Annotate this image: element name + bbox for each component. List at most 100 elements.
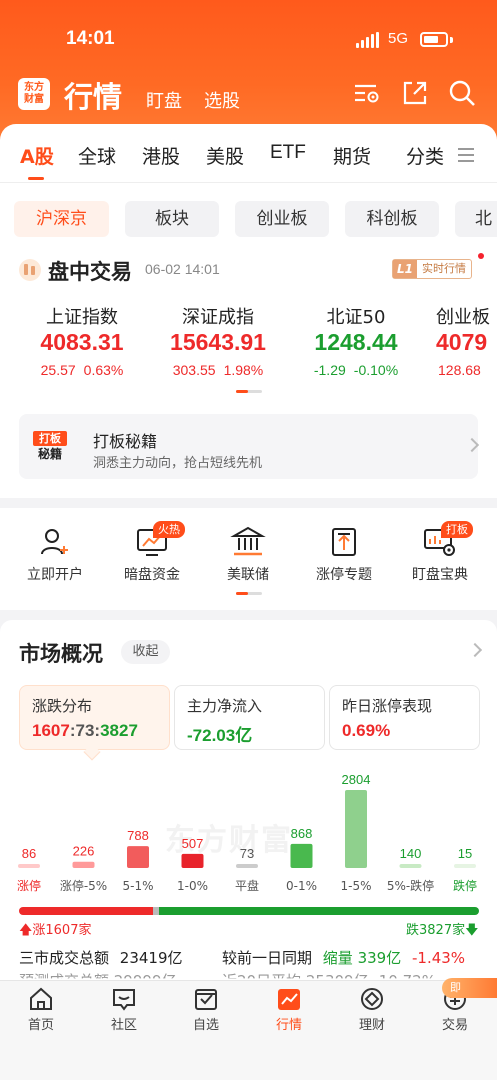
promo-icon: 打板 秘籍 (33, 431, 67, 463)
search-icon[interactable] (447, 78, 477, 108)
index-value: 15643.91 (170, 329, 266, 355)
market-tabs: A股 全球 港股 美股 ETF 期货 分类 (0, 142, 497, 172)
tab-home[interactable]: 首页 (1, 981, 81, 1033)
l1-realtime-badge[interactable]: L1 实时行情 (392, 259, 472, 279)
market-overview-title: 市场概况 (19, 642, 103, 666)
index-name: 深证成指 (182, 307, 254, 328)
quick-limit-up[interactable]: 涨停专题 (296, 508, 392, 584)
index-change-pct: 1.98% (223, 362, 264, 378)
fall-ratio (159, 907, 479, 915)
tab-us[interactable]: 美股 (206, 142, 244, 169)
quick-open-account[interactable]: 立即开户 (7, 508, 103, 584)
index-change-pct: -0.10% (353, 362, 399, 378)
index-sz[interactable]: 深证成指 15643.91 303.55 1.98% (148, 303, 288, 378)
card-label: 涨跌分布 (32, 697, 93, 715)
bar-value-label: 86 (22, 846, 36, 861)
rise-fall-distribution-chart: 86 涨停 226 涨停-5% 788 5-1% 507 1-0% 73 平盘 868 0-1% 280… (17, 772, 477, 893)
divider (0, 182, 497, 183)
quick-watch-guide[interactable]: 盯盘宝典 (392, 508, 488, 584)
tab-etf[interactable]: ETF (270, 142, 306, 164)
network-type: 5G (388, 30, 409, 47)
bar-category-label: 1-5% (340, 879, 371, 893)
quick-fed[interactable]: 美联储 (200, 508, 296, 584)
quick-label: 立即开户 (27, 567, 83, 583)
bar-3 (181, 853, 204, 868)
chip-chinext[interactable]: 创业板 (235, 201, 329, 237)
bar-8 (454, 864, 476, 868)
signal-icon (356, 32, 380, 48)
rise-fall-ratio-bar (19, 907, 479, 915)
index-change-abs: 25.57 (40, 362, 76, 378)
bar-5 (290, 843, 313, 868)
index-value: 1248.44 (314, 329, 398, 355)
share-icon[interactable] (400, 78, 430, 108)
compare-row: 较前一日同期 缩量 339亿 -1.43% (222, 947, 465, 968)
chip-shsz[interactable]: 沪深京 (14, 201, 109, 237)
tab-a-shares[interactable]: A股 (20, 142, 54, 169)
card-value: -72.03亿 (187, 726, 253, 745)
bar-category-label: 5-1% (122, 879, 153, 893)
tab-market[interactable]: 行情 (249, 981, 329, 1033)
app-logo: 东方财富 (18, 78, 50, 110)
fall-total-text: 跌3827家 (406, 923, 466, 938)
rise-ratio (19, 907, 154, 915)
quick-label: 涨停专题 (316, 567, 372, 583)
quick-dark-pool[interactable]: 暗盘资金 (104, 508, 200, 584)
tab-category[interactable]: 分类 (406, 142, 444, 169)
bar-value-label: 868 (291, 826, 313, 841)
bar-value-label: 73 (240, 846, 254, 861)
bar-7 (399, 864, 422, 868)
app-logo-text: 东方财富 (24, 82, 44, 105)
index-bz50[interactable]: 北证50 1248.44 -1.29 -0.10% (286, 303, 426, 378)
chip-sector[interactable]: 板块 (125, 201, 219, 237)
arrow-down-icon: 🡇 (465, 923, 479, 938)
card-limit-up-performance[interactable]: 昨日涨停表现 0.69% (329, 685, 480, 750)
bar-value-label: 15 (458, 846, 472, 861)
header-background (0, 0, 497, 140)
bar-0 (18, 864, 40, 868)
index-change-abs: 128.68 (438, 362, 481, 378)
menu-icon[interactable] (458, 148, 474, 162)
bar-2 (127, 846, 149, 868)
header-link-screener[interactable]: 选股 (204, 87, 240, 113)
tab-hk[interactable]: 港股 (142, 142, 180, 169)
rise-total-text: 涨1607家 (32, 923, 92, 938)
promo-title: 打板秘籍 (93, 432, 158, 451)
page-title: 行情 (64, 80, 123, 114)
daban-badge: 打板 (441, 521, 473, 538)
chip-bse[interactable]: 北交 (455, 201, 497, 237)
index-change: 25.57 0.63% (12, 362, 152, 378)
header-link-watch[interactable]: 盯盘 (146, 87, 182, 113)
chip-star[interactable]: 科创板 (345, 201, 439, 237)
bar-1 (72, 861, 95, 868)
index-sh[interactable]: 上证指数 4083.31 25.57 0.63% (12, 303, 152, 378)
index-change: 303.55 1.98% (148, 362, 288, 378)
battery-tip (450, 37, 453, 43)
tab-watchlist[interactable]: 自选 (166, 981, 246, 1033)
promo-icon-bottom: 秘籍 (37, 447, 62, 461)
bar-value-label: 788 (127, 828, 149, 843)
tab-community[interactable]: 社区 (84, 981, 164, 1033)
collapse-button[interactable]: 收起 (121, 640, 170, 664)
bar-value-label: 507 (182, 836, 204, 851)
promo-banner[interactable]: 打板 秘籍 打板秘籍 洞悉主力动向，抢占短线先机 (19, 414, 480, 479)
bar-category-label: 涨停-5% (60, 878, 107, 893)
index-pager (236, 390, 262, 393)
settings-list-icon[interactable] (352, 78, 382, 108)
compare-pct: -1.43% (411, 949, 466, 967)
tab-futures[interactable]: 期货 (333, 142, 371, 169)
index-cyb[interactable]: 创业板 4079 128.68 (420, 303, 497, 378)
card-value: 0.69% (342, 721, 391, 740)
bar-category-label: 涨停 (17, 878, 41, 893)
card-rise-fall[interactable]: 涨跌分布 1607:73:3827 (19, 685, 170, 750)
bar-value-label: 140 (400, 846, 422, 861)
tab-global[interactable]: 全球 (78, 142, 116, 169)
floating-badge[interactable]: 即 (442, 978, 497, 998)
hot-badge: 火热 (153, 521, 185, 538)
tab-finance[interactable]: 理财 (332, 981, 412, 1033)
active-tab-underline (28, 177, 44, 180)
card-main-inflow[interactable]: 主力净流入 -72.03亿 (174, 685, 325, 750)
limit-up-icon (332, 528, 356, 556)
finance-icon (361, 988, 383, 1010)
turnover-value: 23419亿 (119, 949, 183, 967)
